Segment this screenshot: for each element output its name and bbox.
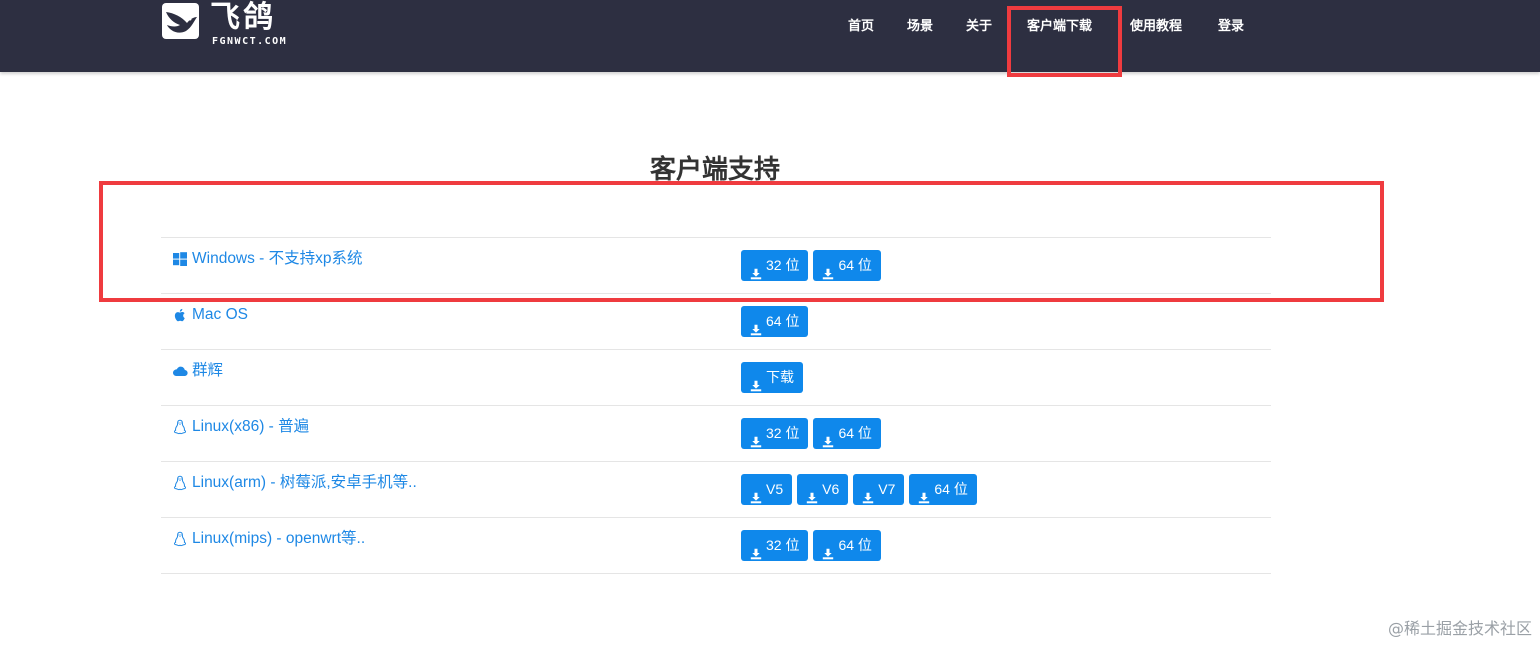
nav-login[interactable]: 登录	[1218, 17, 1244, 35]
nav-tutorial[interactable]: 使用教程	[1130, 17, 1182, 35]
download-icon	[822, 428, 834, 447]
download-button[interactable]: V7	[853, 474, 905, 505]
platform-link[interactable]: Linux(arm) - 树莓派,安卓手机等..	[172, 473, 417, 493]
platform-link[interactable]: Mac OS	[172, 305, 248, 325]
download-button[interactable]: 32 位	[741, 530, 809, 561]
download-icon	[750, 260, 762, 279]
download-icon	[750, 428, 762, 447]
nav-home[interactable]: 首页	[848, 17, 874, 35]
apple-icon	[172, 307, 188, 323]
page-title: 客户端支持	[649, 154, 780, 184]
download-button-label: 64 位	[838, 537, 872, 553]
download-icon	[822, 260, 834, 279]
pigeon-logo-icon	[162, 3, 199, 39]
download-button-group: V5 V6 V7 64 位	[741, 474, 977, 505]
download-icon	[750, 372, 762, 391]
client-row: Windows - 不支持xp系统 32 位 64 位	[161, 237, 1271, 293]
download-button-label: 下载	[766, 369, 794, 385]
download-button[interactable]: 下载	[741, 362, 803, 393]
download-button-group: 64 位	[741, 306, 809, 337]
watermark: @稀土掘金技术社区	[1387, 619, 1532, 638]
platform-link[interactable]: 群辉	[172, 361, 223, 381]
download-button-label: 32 位	[766, 537, 800, 553]
download-button-label: 32 位	[766, 257, 800, 273]
download-button-label: 64 位	[838, 257, 872, 273]
platform-label: Linux(mips) - openwrt等..	[192, 530, 366, 547]
download-button[interactable]: 32 位	[741, 250, 809, 281]
download-button[interactable]: 64 位	[813, 418, 881, 449]
download-button-group: 下载	[741, 362, 803, 393]
download-button[interactable]: V5	[741, 474, 793, 505]
client-row: Linux(arm) - 树莓派,安卓手机等.. V5 V6 V7 64 位	[161, 461, 1271, 517]
platform-label: Windows - 不支持xp系统	[192, 250, 363, 267]
client-row: Mac OS 64 位	[161, 293, 1271, 349]
nav-about[interactable]: 关于	[966, 17, 992, 35]
download-icon	[918, 484, 930, 503]
download-button-label: V5	[766, 481, 784, 497]
download-button-label: V6	[822, 481, 840, 497]
download-button-label: V7	[878, 481, 896, 497]
platform-label: Mac OS	[192, 306, 248, 323]
download-button-label: 64 位	[934, 481, 968, 497]
download-button-label: 32 位	[766, 425, 800, 441]
platform-link[interactable]: Linux(mips) - openwrt等..	[172, 529, 365, 549]
download-icon	[750, 484, 762, 503]
download-icon	[822, 540, 834, 559]
download-button-group: 32 位 64 位	[741, 418, 881, 449]
cloud-icon	[172, 363, 188, 379]
windows-icon	[172, 251, 188, 267]
client-row: Linux(mips) - openwrt等.. 32 位 64 位	[161, 517, 1271, 574]
linux-icon	[172, 475, 188, 491]
client-download-table: Windows - 不支持xp系统 32 位 64 位 Mac OS 64 位群辉 下载 L…	[161, 237, 1271, 574]
nav-scenes[interactable]: 场景	[907, 17, 933, 35]
top-navbar: 飞鸽 FGNWCT.COM 首页 场景 关于 客户端下载 使用教程 登录	[0, 0, 1540, 72]
download-button[interactable]: V6	[797, 474, 849, 505]
download-button-group: 32 位 64 位	[741, 530, 881, 561]
download-button[interactable]: 32 位	[741, 418, 809, 449]
download-button[interactable]: 64 位	[741, 306, 809, 337]
download-button[interactable]: 64 位	[909, 474, 977, 505]
linux-icon	[172, 419, 188, 435]
linux-icon	[172, 531, 188, 547]
client-row: 群辉 下载	[161, 349, 1271, 405]
download-icon	[806, 484, 818, 503]
download-icon	[862, 484, 874, 503]
platform-label: 群辉	[192, 362, 224, 379]
nav-client-download[interactable]: 客户端下载	[1027, 17, 1092, 35]
download-button-label: 64 位	[766, 313, 800, 329]
platform-link[interactable]: Windows - 不支持xp系统	[172, 249, 363, 269]
logo-text: 飞鸽	[210, 0, 276, 35]
download-button[interactable]: 64 位	[813, 250, 881, 281]
logo-domain: FGNWCT.COM	[212, 36, 288, 47]
download-button[interactable]: 64 位	[813, 530, 881, 561]
download-icon	[750, 316, 762, 335]
platform-link[interactable]: Linux(x86) - 普遍	[172, 417, 309, 437]
download-icon	[750, 540, 762, 559]
client-row: Linux(x86) - 普遍 32 位 64 位	[161, 405, 1271, 461]
platform-label: Linux(arm) - 树莓派,安卓手机等..	[192, 474, 417, 491]
download-button-label: 64 位	[838, 425, 872, 441]
platform-label: Linux(x86) - 普遍	[192, 418, 310, 435]
download-button-group: 32 位 64 位	[741, 250, 881, 281]
